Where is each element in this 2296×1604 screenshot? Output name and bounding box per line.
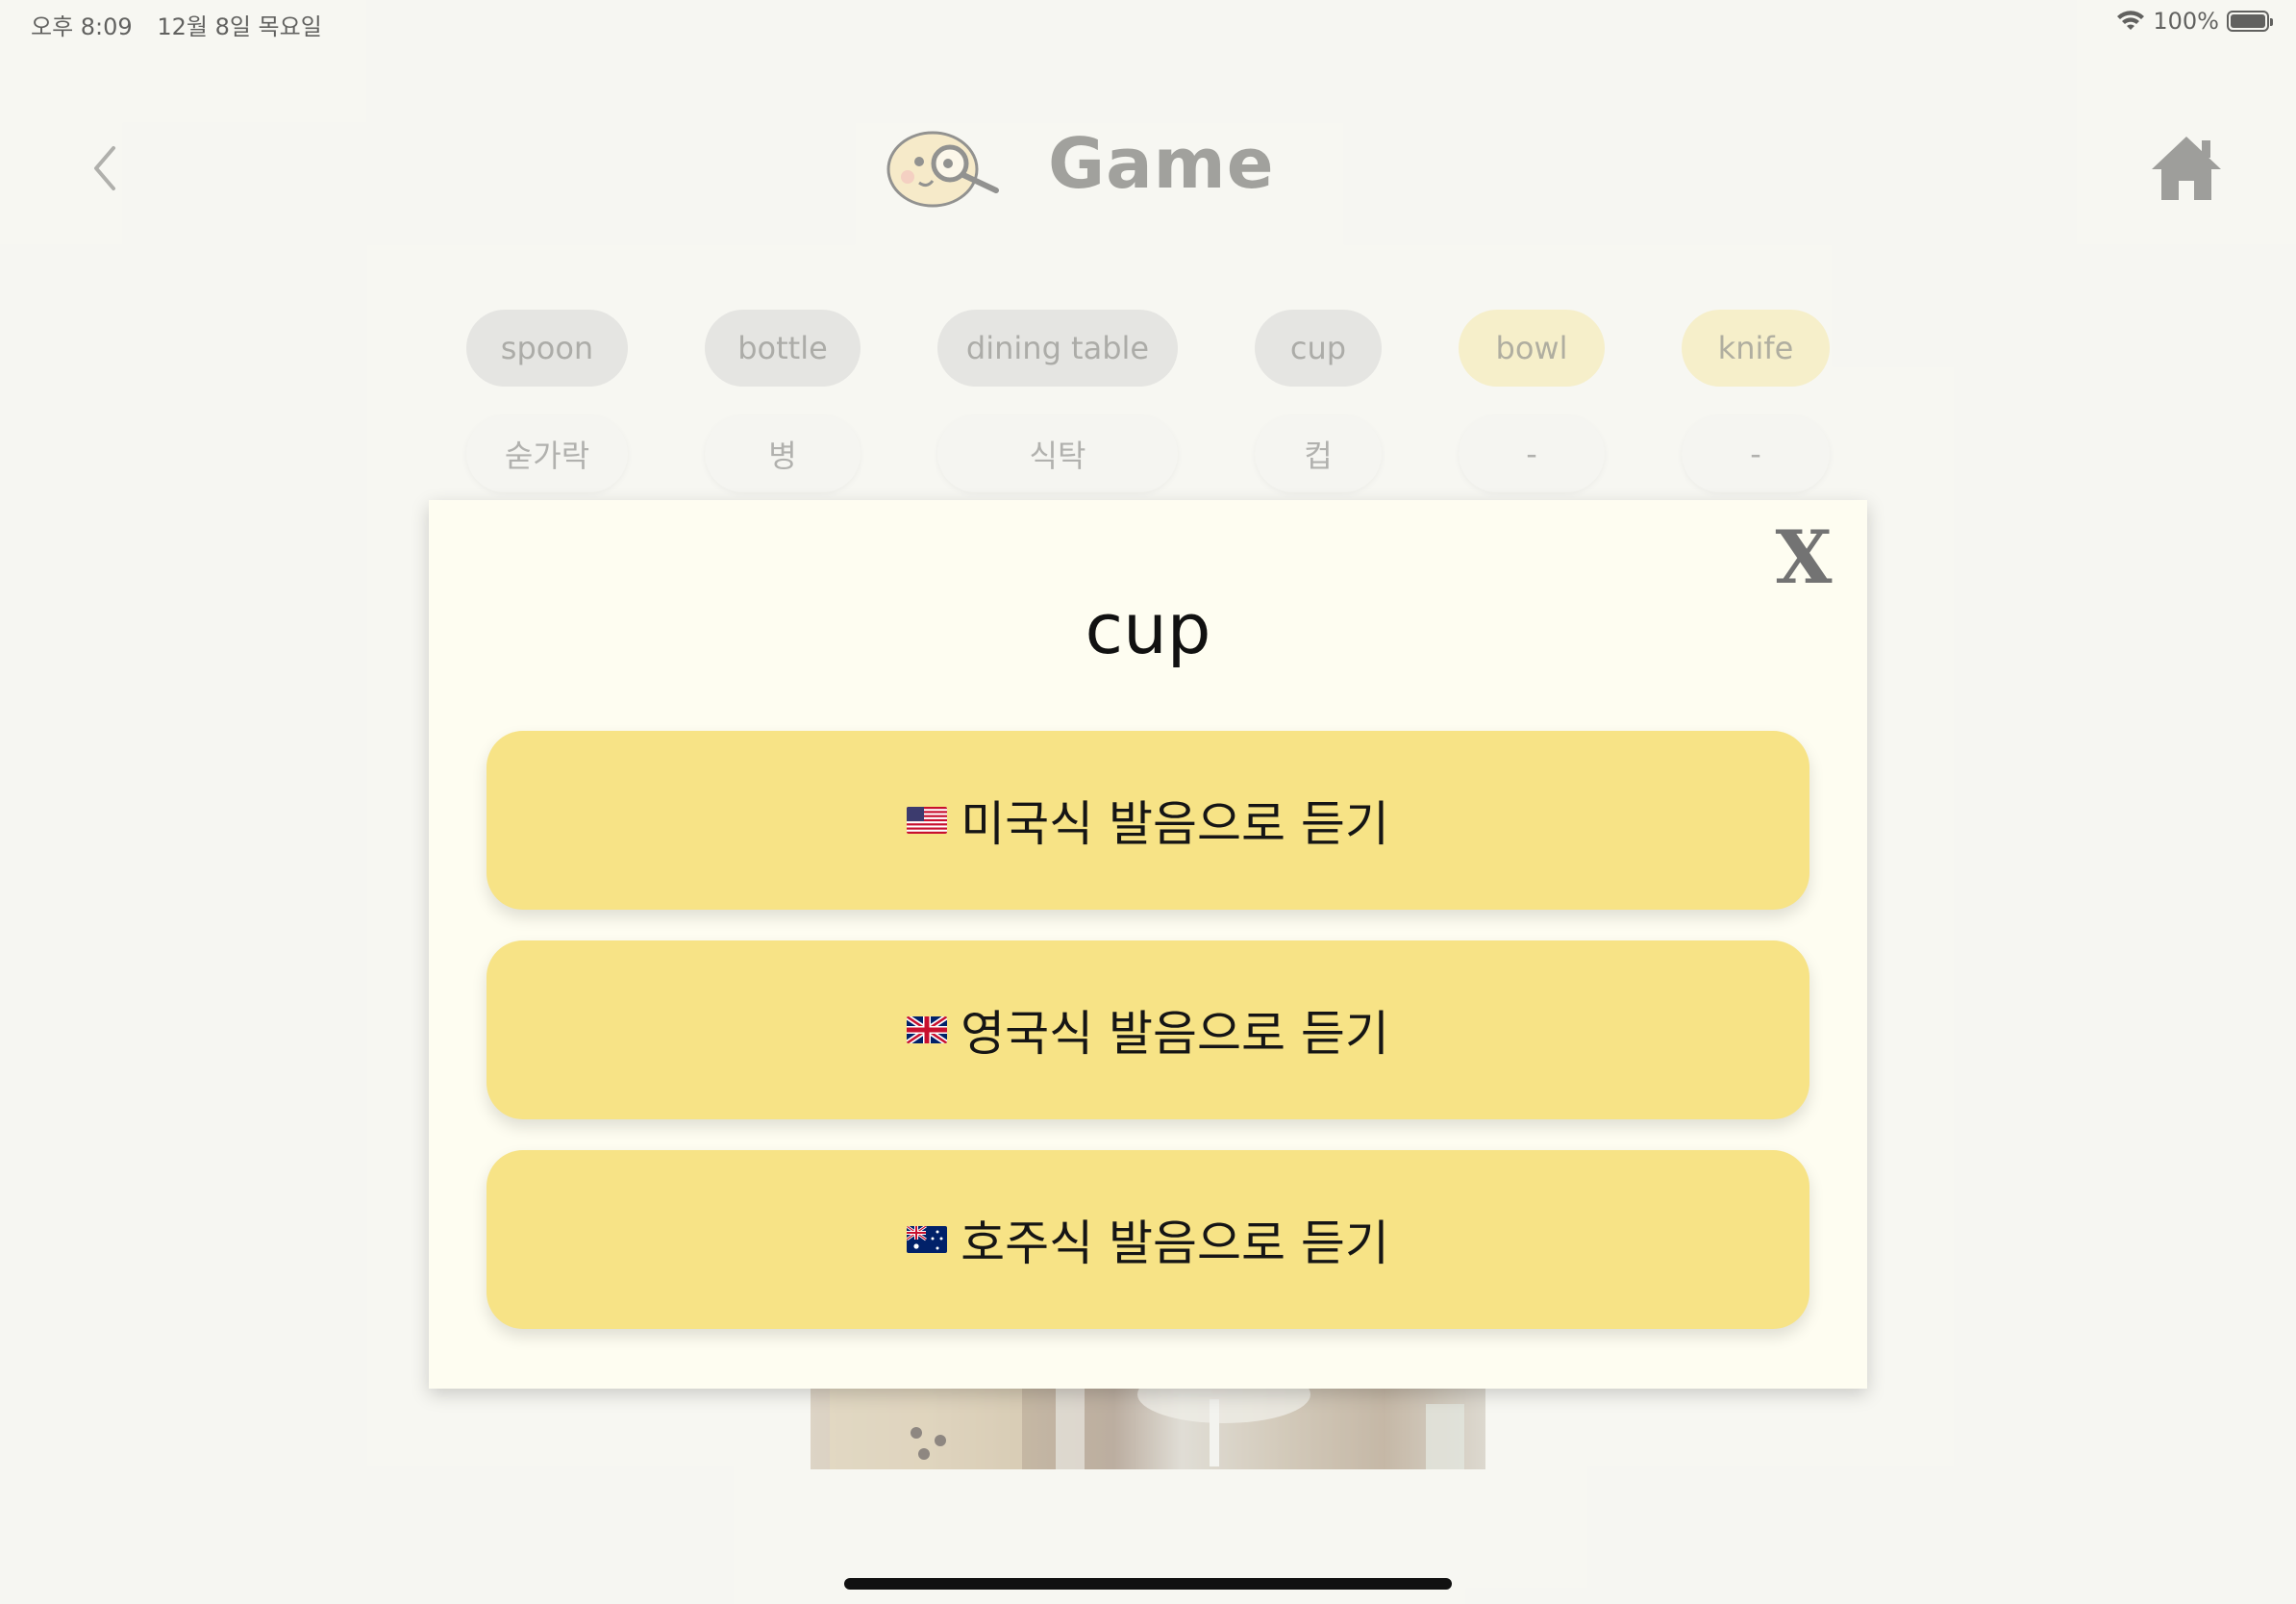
us-flag-icon: [907, 807, 948, 834]
au-flag-icon: [907, 1226, 948, 1253]
au-pronunciation-button[interactable]: 호주식 발음으로 듣기: [487, 1150, 1809, 1329]
uk-pronunciation-button[interactable]: 영국식 발음으로 듣기: [487, 940, 1809, 1119]
close-button[interactable]: X: [1775, 519, 1833, 596]
pronunciation-modal: X cup 미국식 발음으로 듣기 영국식 발음으로 듣기 호주식 발음으로 듣…: [429, 500, 1867, 1389]
us-pronunciation-label: 미국식 발음으로 듣기: [961, 796, 1389, 852]
modal-word: cup: [1085, 589, 1211, 669]
home-indicator[interactable]: [844, 1578, 1452, 1590]
uk-pronunciation-label: 영국식 발음으로 듣기: [961, 1006, 1389, 1062]
uk-flag-icon: [907, 1016, 948, 1043]
au-pronunciation-label: 호주식 발음으로 듣기: [961, 1216, 1389, 1271]
us-pronunciation-button[interactable]: 미국식 발음으로 듣기: [487, 731, 1809, 910]
